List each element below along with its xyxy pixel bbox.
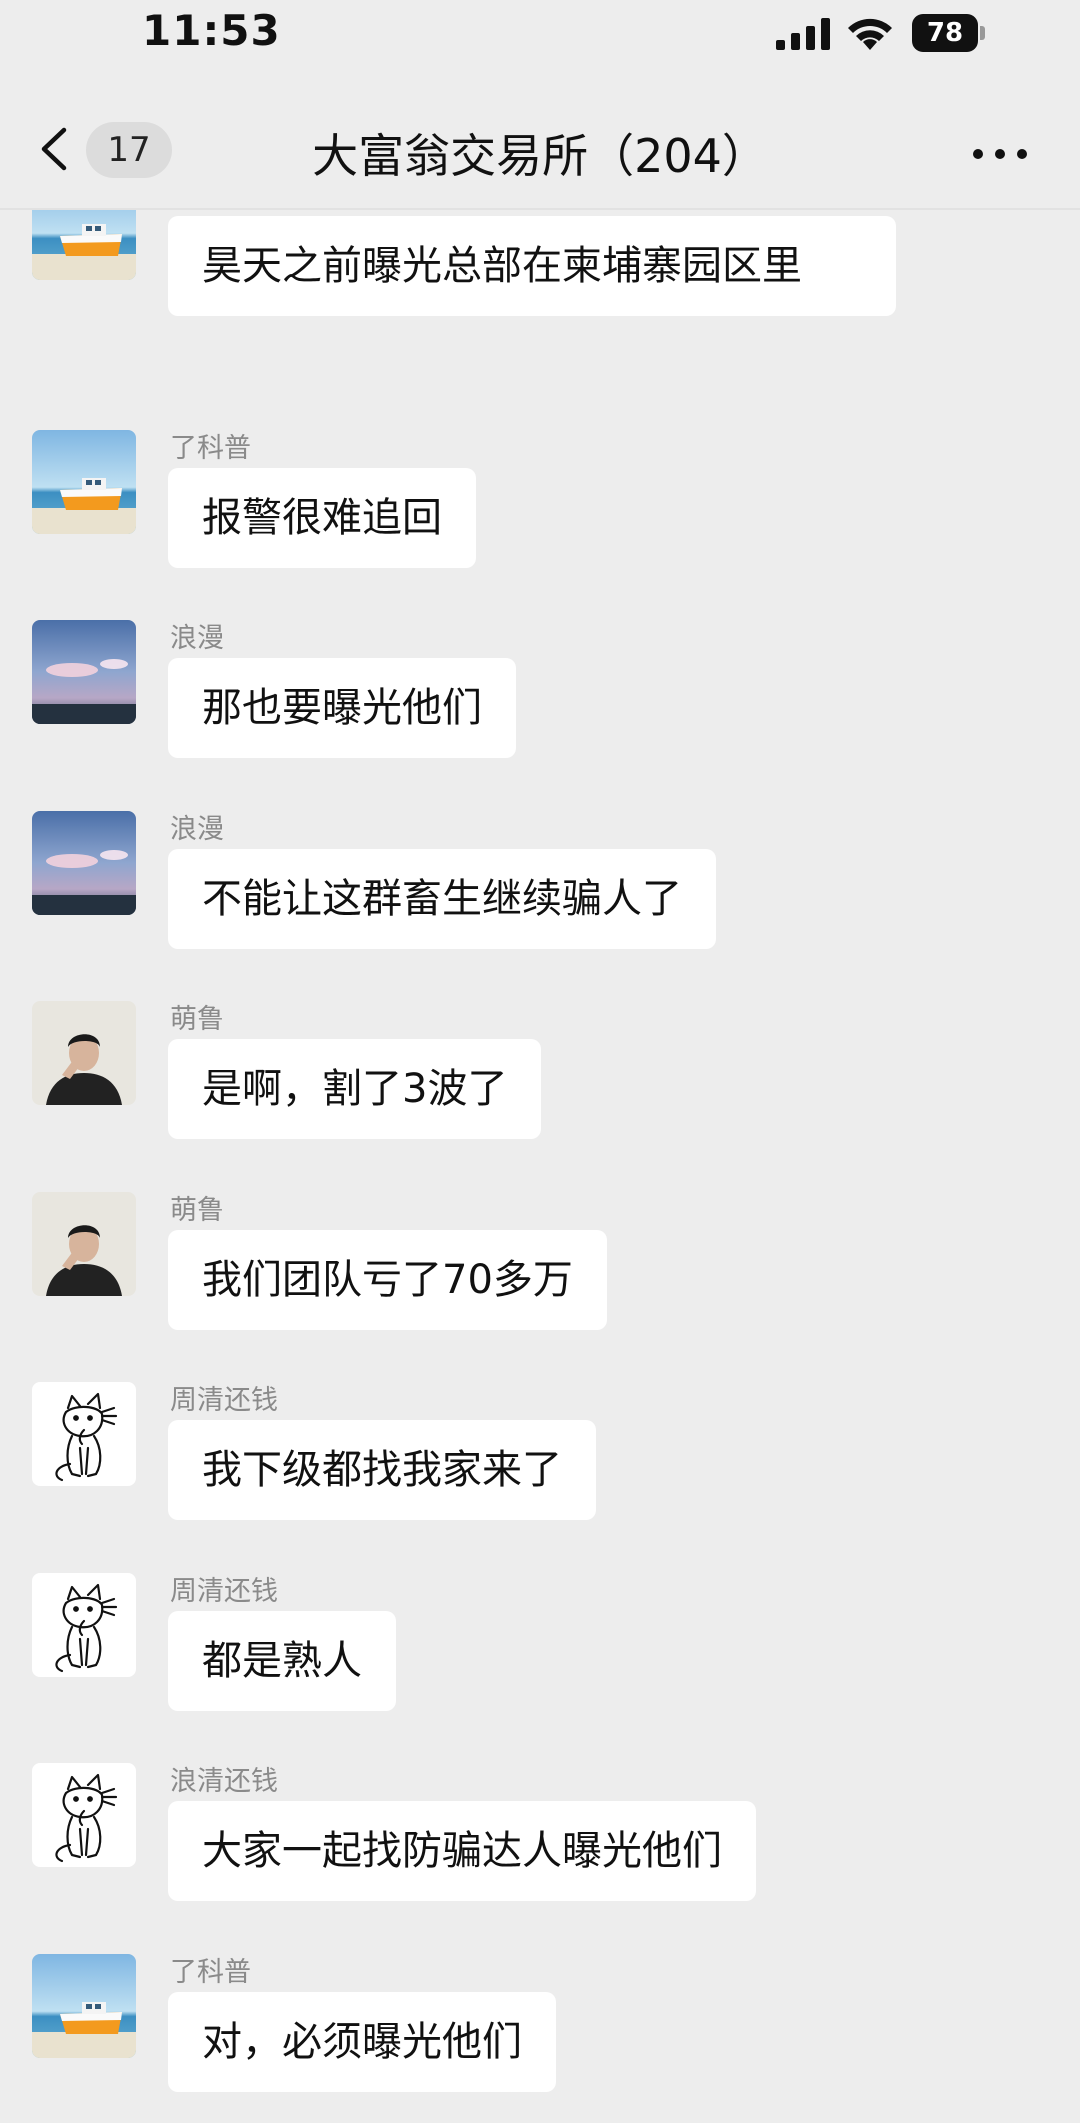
sky-avatar[interactable]	[32, 811, 136, 915]
person-avatar[interactable]	[32, 1192, 136, 1296]
message-bubble[interactable]: 我下级都找我家来了	[168, 1420, 596, 1520]
status-bar: 11:53 78	[0, 0, 1080, 70]
message-bubble[interactable]: 是啊，割了3波了	[168, 1039, 542, 1139]
sender-name: 萌鲁	[170, 1004, 224, 1035]
sender-name: 浪漫	[170, 623, 224, 654]
sender-name: 了科普	[170, 1957, 251, 1988]
boat-avatar[interactable]	[32, 430, 136, 534]
chat-header: 17 大富翁交易所（204）	[0, 70, 1080, 210]
cat-avatar[interactable]	[32, 1763, 136, 1867]
cat-avatar[interactable]	[32, 1382, 136, 1486]
message-list[interactable]: 昊天之前曝光总部在柬埔寨园区里 了科普 报警很难追回 浪漫 那也要曝光他们 浪漫…	[0, 210, 1080, 2123]
sender-name: 了科普	[170, 433, 251, 464]
message-bubble[interactable]: 昊天之前曝光总部在柬埔寨园区里	[168, 216, 896, 316]
more-options-icon[interactable]	[972, 148, 1028, 160]
sender-name: 浪漫	[170, 814, 224, 845]
battery-icon: 78	[912, 14, 986, 52]
status-time: 11:53	[142, 6, 281, 55]
message-text: 不能让这群畜生继续骗人了	[202, 876, 682, 922]
sender-name: 萌鲁	[170, 1195, 224, 1226]
boat-avatar[interactable]	[32, 210, 136, 280]
message-text: 那也要曝光他们	[202, 685, 482, 731]
boat-avatar[interactable]	[32, 1954, 136, 2058]
message-bubble[interactable]: 报警很难追回	[168, 468, 476, 568]
chat-title: 大富翁交易所（204）	[312, 129, 768, 183]
message-text: 报警很难追回	[202, 495, 442, 541]
message-text: 是啊，割了3波了	[202, 1066, 508, 1112]
person-avatar[interactable]	[32, 1001, 136, 1105]
cat-avatar[interactable]	[32, 1573, 136, 1677]
message-text: 大家一起找防骗达人曝光他们	[202, 1828, 722, 1874]
sender-name: 浪清还钱	[170, 1766, 278, 1797]
message-text: 昊天之前曝光总部在柬埔寨园区里	[202, 243, 802, 289]
message-bubble[interactable]: 我们团队亏了70多万	[168, 1230, 607, 1330]
message-bubble[interactable]: 大家一起找防骗达人曝光他们	[168, 1801, 756, 1901]
message-text: 都是熟人	[202, 1638, 362, 1684]
wifi-icon	[848, 18, 892, 50]
cellular-signal-icon	[776, 18, 830, 50]
message-bubble[interactable]: 那也要曝光他们	[168, 658, 516, 758]
sender-name: 周清还钱	[170, 1576, 278, 1607]
sky-avatar[interactable]	[32, 620, 136, 724]
message-bubble[interactable]: 都是熟人	[168, 1611, 396, 1711]
battery-level: 78	[912, 14, 978, 52]
message-text: 我们团队亏了70多万	[202, 1257, 573, 1303]
message-text: 对，必须曝光他们	[202, 2019, 522, 2065]
message-bubble[interactable]: 对，必须曝光他们	[168, 1992, 556, 2092]
sender-name: 周清还钱	[170, 1385, 278, 1416]
message-text: 我下级都找我家来了	[202, 1447, 562, 1493]
battery-cap	[980, 26, 985, 40]
message-bubble[interactable]: 不能让这群畜生继续骗人了	[168, 849, 716, 949]
